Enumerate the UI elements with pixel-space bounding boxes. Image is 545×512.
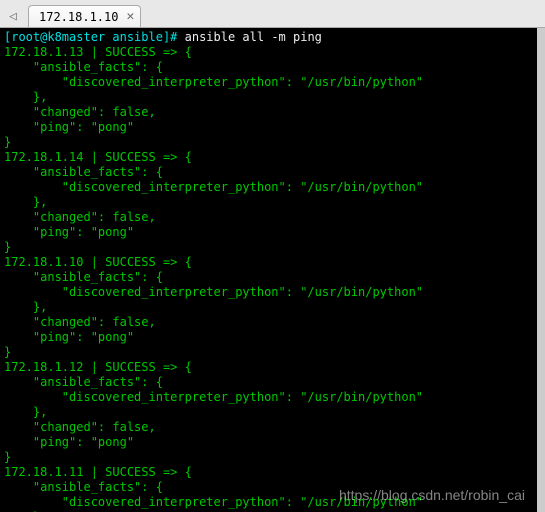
terminal-segment: "ping": "pong" xyxy=(4,120,134,134)
terminal-line: "ansible_facts": { xyxy=(4,60,533,75)
terminal-line: 172.18.1.12 | SUCCESS => { xyxy=(4,360,533,375)
terminal-segment: 172.18.1.11 | SUCCESS => { xyxy=(4,465,192,479)
terminal-segment: } xyxy=(4,345,11,359)
terminal-segment: }, xyxy=(4,195,47,209)
terminal-line: "ping": "pong" xyxy=(4,435,533,450)
terminal-line: "ansible_facts": { xyxy=(4,270,533,285)
terminal-segment: }, xyxy=(4,90,47,104)
terminal-line: }, xyxy=(4,195,533,210)
terminal-segment: "discovered_interpreter_python": "/usr/b… xyxy=(4,495,423,509)
terminal-segment: "discovered_interpreter_python": "/usr/b… xyxy=(4,285,423,299)
terminal-line: "changed": false, xyxy=(4,315,533,330)
terminal-line: "discovered_interpreter_python": "/usr/b… xyxy=(4,495,533,510)
terminal-segment: 172.18.1.12 | SUCCESS => { xyxy=(4,360,192,374)
terminal-segment: "ansible_facts": { xyxy=(4,60,163,74)
terminal-segment: } xyxy=(4,135,11,149)
terminal-segment: } xyxy=(4,240,11,254)
terminal-line: } xyxy=(4,240,533,255)
terminal-line: "ansible_facts": { xyxy=(4,375,533,390)
terminal-line: "changed": false, xyxy=(4,420,533,435)
terminal-segment: [root@k8master ansible]# xyxy=(4,30,185,44)
terminal-line: 172.18.1.11 | SUCCESS => { xyxy=(4,465,533,480)
terminal-segment: "ansible_facts": { xyxy=(4,270,163,284)
terminal-line: 172.18.1.10 | SUCCESS => { xyxy=(4,255,533,270)
terminal-segment: }, xyxy=(4,300,47,314)
terminal-segment: "ping": "pong" xyxy=(4,330,134,344)
terminal-segment: "discovered_interpreter_python": "/usr/b… xyxy=(4,390,423,404)
terminal-line: "ping": "pong" xyxy=(4,330,533,345)
terminal-line: }, xyxy=(4,300,533,315)
terminal-line: [root@k8master ansible]# ansible all -m … xyxy=(4,30,533,45)
terminal-line: "ping": "pong" xyxy=(4,120,533,135)
terminal-line: }, xyxy=(4,405,533,420)
close-icon[interactable]: ✕ xyxy=(126,10,134,23)
terminal-segment: }, xyxy=(4,405,47,419)
terminal-line: "ansible_facts": { xyxy=(4,165,533,180)
tab-title: 172.18.1.10 xyxy=(39,10,118,24)
terminal-segment: "discovered_interpreter_python": "/usr/b… xyxy=(4,180,423,194)
terminal-segment: 172.18.1.10 | SUCCESS => { xyxy=(4,255,192,269)
terminal-segment: "ansible_facts": { xyxy=(4,165,163,179)
terminal-segment: "changed": false, xyxy=(4,105,156,119)
terminal-line: "discovered_interpreter_python": "/usr/b… xyxy=(4,390,533,405)
terminal-line: "ping": "pong" xyxy=(4,225,533,240)
terminal-segment: "ping": "pong" xyxy=(4,225,134,239)
terminal-segment: "discovered_interpreter_python": "/usr/b… xyxy=(4,75,423,89)
terminal-segment: "ping": "pong" xyxy=(4,435,134,449)
terminal-segment: 172.18.1.14 | SUCCESS => { xyxy=(4,150,192,164)
terminal-line: "discovered_interpreter_python": "/usr/b… xyxy=(4,75,533,90)
terminal-line: "changed": false, xyxy=(4,105,533,120)
terminal-segment: "ansible_facts": { xyxy=(4,375,163,389)
tab-nav-left-icon[interactable]: ◁ xyxy=(4,5,22,27)
terminal-segment: "changed": false, xyxy=(4,315,156,329)
terminal-line: "ansible_facts": { xyxy=(4,480,533,495)
terminal-line: } xyxy=(4,450,533,465)
tab-bar: ◁ 172.18.1.10 ✕ xyxy=(0,0,545,28)
terminal-segment: } xyxy=(4,450,11,464)
terminal-segment: "changed": false, xyxy=(4,420,156,434)
terminal-line: }, xyxy=(4,90,533,105)
terminal-segment: "ansible_facts": { xyxy=(4,480,163,494)
terminal-line: } xyxy=(4,345,533,360)
terminal-line: "discovered_interpreter_python": "/usr/b… xyxy=(4,285,533,300)
terminal-line: 172.18.1.14 | SUCCESS => { xyxy=(4,150,533,165)
terminal-segment: "changed": false, xyxy=(4,210,156,224)
terminal-line: "changed": false, xyxy=(4,210,533,225)
terminal-segment: 172.18.1.13 | SUCCESS => { xyxy=(4,45,192,59)
tab-active[interactable]: 172.18.1.10 ✕ xyxy=(28,5,141,27)
terminal-line: "discovered_interpreter_python": "/usr/b… xyxy=(4,180,533,195)
terminal-line: 172.18.1.13 | SUCCESS => { xyxy=(4,45,533,60)
terminal-line: } xyxy=(4,135,533,150)
terminal-segment: ansible all -m ping xyxy=(185,30,322,44)
terminal-output[interactable]: [root@k8master ansible]# ansible all -m … xyxy=(0,28,545,512)
